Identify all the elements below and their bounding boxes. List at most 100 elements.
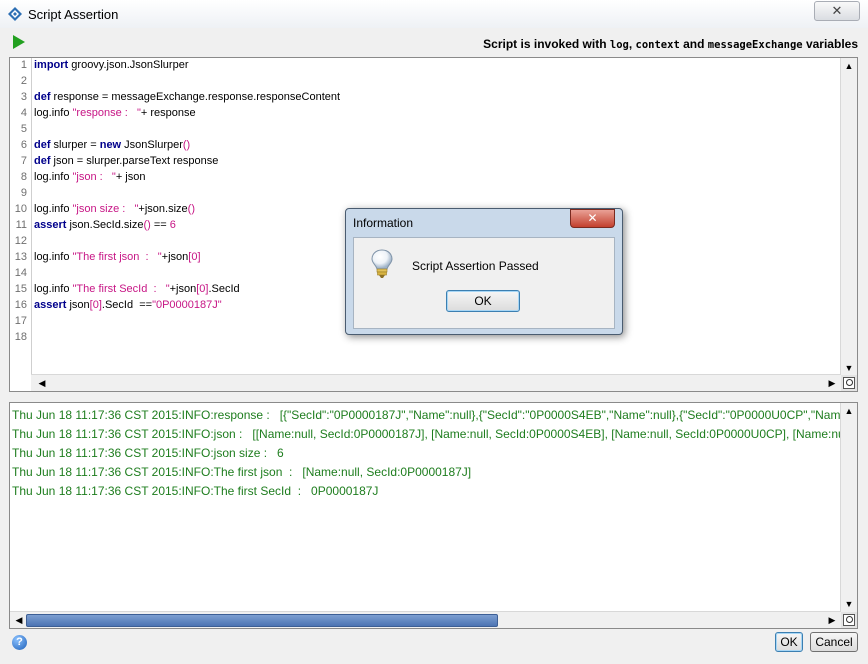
code-text: +json.size	[138, 203, 188, 215]
line-number: 18	[14, 331, 27, 343]
dialog-close-button[interactable]: ✕	[570, 209, 615, 228]
code-text: slurper =	[50, 139, 100, 151]
information-dialog: Information ✕ Script Assertion Passed OK	[345, 208, 623, 335]
code-text: +json	[161, 251, 189, 263]
code-text: log.info	[34, 283, 73, 295]
code-line: import groovy.json.JsonSlurper	[34, 59, 188, 71]
code-index: [0]	[188, 251, 201, 263]
dialog-title: Information	[353, 216, 414, 230]
code-text: .SecId ==	[101, 299, 153, 311]
scroll-right-arrow-icon[interactable]: ▶	[825, 376, 839, 390]
cancel-button[interactable]: Cancel	[810, 632, 858, 652]
note-var-context: context	[635, 39, 680, 51]
search-icon[interactable]	[843, 614, 855, 626]
ok-button[interactable]: OK	[775, 632, 803, 652]
editor-vertical-scrollbar[interactable]: ▲ ▼	[840, 58, 857, 376]
code-line: log.info "json : "+ json	[34, 171, 145, 183]
line-number-gutter: 1 2 3 4 5 6 7 8 9 10 11 12 13 14 15 16 1…	[10, 58, 32, 376]
code-line: log.info "The first SecId : "+json[0].Se…	[34, 283, 240, 295]
line-number: 15	[14, 283, 27, 295]
code-string: "0P0000187J"	[152, 299, 222, 311]
search-icon[interactable]	[843, 377, 855, 389]
line-number: 10	[14, 203, 27, 215]
title-bar: Script Assertion ✕	[0, 0, 868, 28]
code-keyword: def	[34, 139, 51, 151]
log-output-panel[interactable]: Thu Jun 18 11:17:36 CST 2015:INFO:respon…	[9, 402, 858, 629]
note-sep: and	[679, 37, 708, 51]
scroll-down-arrow-icon[interactable]: ▼	[842, 361, 856, 375]
code-string: "The first json : "	[72, 251, 162, 263]
scroll-left-arrow-icon[interactable]: ◀	[12, 613, 26, 627]
window-close-button[interactable]: ✕	[814, 1, 860, 21]
scrollbar-thumb[interactable]	[26, 614, 498, 627]
editor-scroll-corner	[841, 375, 857, 391]
code-text: log.info	[34, 203, 73, 215]
code-text: + json	[115, 171, 146, 183]
code-text: groovy.json.JsonSlurper	[68, 59, 189, 71]
line-number: 13	[14, 251, 27, 263]
code-keyword: def	[34, 91, 51, 103]
dialog-body: Script Assertion Passed OK	[353, 237, 615, 329]
code-string: "response : "	[72, 107, 141, 119]
code-line: assert json.SecId.size() == 6	[34, 219, 176, 231]
line-number: 3	[20, 91, 27, 103]
code-line: def slurper = new JsonSlurper()	[34, 139, 190, 151]
soapui-logo-icon	[8, 7, 22, 21]
line-number: 12	[14, 235, 27, 247]
scroll-down-arrow-icon[interactable]: ▼	[842, 597, 856, 611]
code-number: 6	[169, 219, 176, 231]
code-text: log.info	[34, 171, 73, 183]
code-text: ==	[150, 219, 170, 231]
line-number: 8	[20, 171, 27, 183]
code-text: .SecId	[208, 283, 240, 295]
line-number: 14	[14, 267, 27, 279]
code-line: log.info "The first json : "+json[0]	[34, 251, 201, 263]
line-number: 5	[20, 123, 27, 135]
scroll-up-arrow-icon[interactable]: ▲	[842, 404, 856, 418]
window-title: Script Assertion	[28, 7, 119, 22]
line-number: 16	[14, 299, 27, 311]
scroll-left-arrow-icon[interactable]: ◀	[35, 376, 49, 390]
log-scroll-corner	[841, 612, 857, 628]
code-paren: ()	[143, 219, 151, 231]
code-text: +json	[169, 283, 197, 295]
code-line: log.info "response : "+ response	[34, 107, 196, 119]
lightbulb-icon	[371, 249, 393, 278]
code-keyword: assert	[34, 219, 67, 231]
log-line: Thu Jun 18 11:17:36 CST 2015:INFO:The fi…	[12, 465, 472, 479]
line-number: 17	[14, 315, 27, 327]
editor-toolbar: Script is invoked with log, context and …	[8, 33, 860, 53]
code-string: "The first SecId : "	[72, 283, 170, 295]
scroll-right-arrow-icon[interactable]: ▶	[825, 613, 839, 627]
log-horizontal-scrollbar[interactable]: ◀ ▶	[10, 611, 841, 628]
code-text: + response	[140, 107, 196, 119]
code-line: def response = messageExchange.response.…	[34, 91, 340, 103]
editor-horizontal-scrollbar[interactable]: ◀ ▶	[31, 374, 841, 391]
line-number: 7	[20, 155, 27, 167]
code-text: log.info	[34, 107, 73, 119]
code-keyword: assert	[34, 299, 67, 311]
code-keyword: new	[99, 139, 122, 151]
dialog-message: Script Assertion Passed	[412, 259, 539, 273]
log-line: Thu Jun 18 11:17:36 CST 2015:INFO:respon…	[12, 408, 858, 422]
log-line: Thu Jun 18 11:17:36 CST 2015:INFO:json s…	[12, 446, 284, 460]
code-string: "json size : "	[72, 203, 139, 215]
note-var-log: log	[609, 39, 629, 51]
code-string: "json : "	[72, 171, 116, 183]
help-icon[interactable]: ?	[12, 635, 27, 650]
log-line: Thu Jun 18 11:17:36 CST 2015:INFO:The fi…	[12, 484, 379, 498]
play-icon[interactable]	[12, 35, 26, 49]
log-line: Thu Jun 18 11:17:36 CST 2015:INFO:json :…	[12, 427, 858, 441]
dialog-ok-button[interactable]: OK	[446, 290, 520, 312]
code-index: [0]	[89, 299, 102, 311]
code-paren: ()	[187, 203, 195, 215]
code-text: json = slurper.parseText response	[50, 155, 219, 167]
code-index: [0]	[196, 283, 209, 295]
line-number: 11	[15, 219, 27, 231]
code-paren: ()	[182, 139, 191, 151]
scroll-up-arrow-icon[interactable]: ▲	[842, 59, 856, 73]
log-vertical-scrollbar[interactable]: ▲ ▼	[840, 403, 857, 612]
code-text: json	[66, 299, 90, 311]
code-line: log.info "json size : "+json.size()	[34, 203, 195, 215]
line-number: 4	[20, 107, 27, 119]
